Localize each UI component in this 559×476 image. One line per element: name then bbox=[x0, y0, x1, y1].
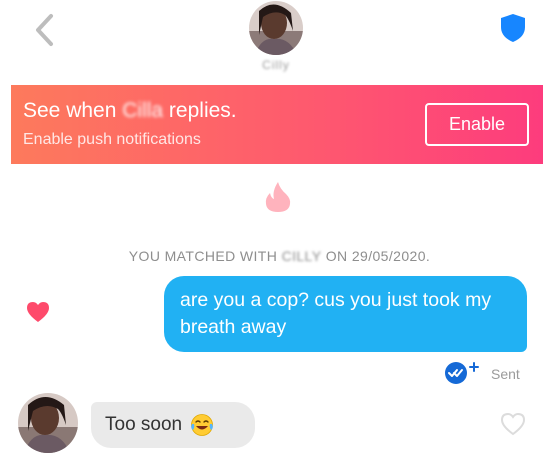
read-receipt-icon[interactable] bbox=[443, 360, 481, 386]
match-name[interactable]: Cilly bbox=[200, 58, 352, 72]
incoming-message-text: Too soon bbox=[105, 414, 183, 435]
enable-button[interactable]: Enable bbox=[425, 103, 529, 146]
push-notification-banner: See when Cilla replies. Enable push noti… bbox=[11, 85, 543, 164]
shield-icon bbox=[501, 14, 525, 42]
chevron-left-icon bbox=[36, 14, 53, 46]
match-avatar[interactable] bbox=[249, 1, 303, 55]
outgoing-message-text: are you a cop? cus you just took my brea… bbox=[180, 289, 492, 338]
banner-subtitle: Enable push notifications bbox=[23, 131, 201, 148]
incoming-message-bubble[interactable]: Too soon bbox=[91, 402, 255, 448]
banner-match-name: Cilla bbox=[122, 99, 164, 122]
face-with-tears-of-joy-icon bbox=[190, 413, 214, 437]
matched-name: CILLY bbox=[281, 248, 322, 264]
flame-icon bbox=[265, 182, 291, 212]
back-button[interactable] bbox=[28, 12, 60, 48]
sender-avatar[interactable] bbox=[18, 393, 78, 453]
safety-shield-button[interactable] bbox=[497, 10, 529, 46]
message-status: Sent bbox=[491, 366, 520, 382]
heart-outline-icon[interactable] bbox=[499, 411, 527, 437]
banner-title: See when Cilla replies. bbox=[23, 99, 237, 122]
heart-filled-icon[interactable] bbox=[25, 300, 51, 324]
outgoing-message-bubble[interactable]: are you a cop? cus you just took my brea… bbox=[164, 276, 527, 352]
match-date-text: YOU MATCHED WITH CILLY ON 29/05/2020. bbox=[128, 248, 431, 264]
